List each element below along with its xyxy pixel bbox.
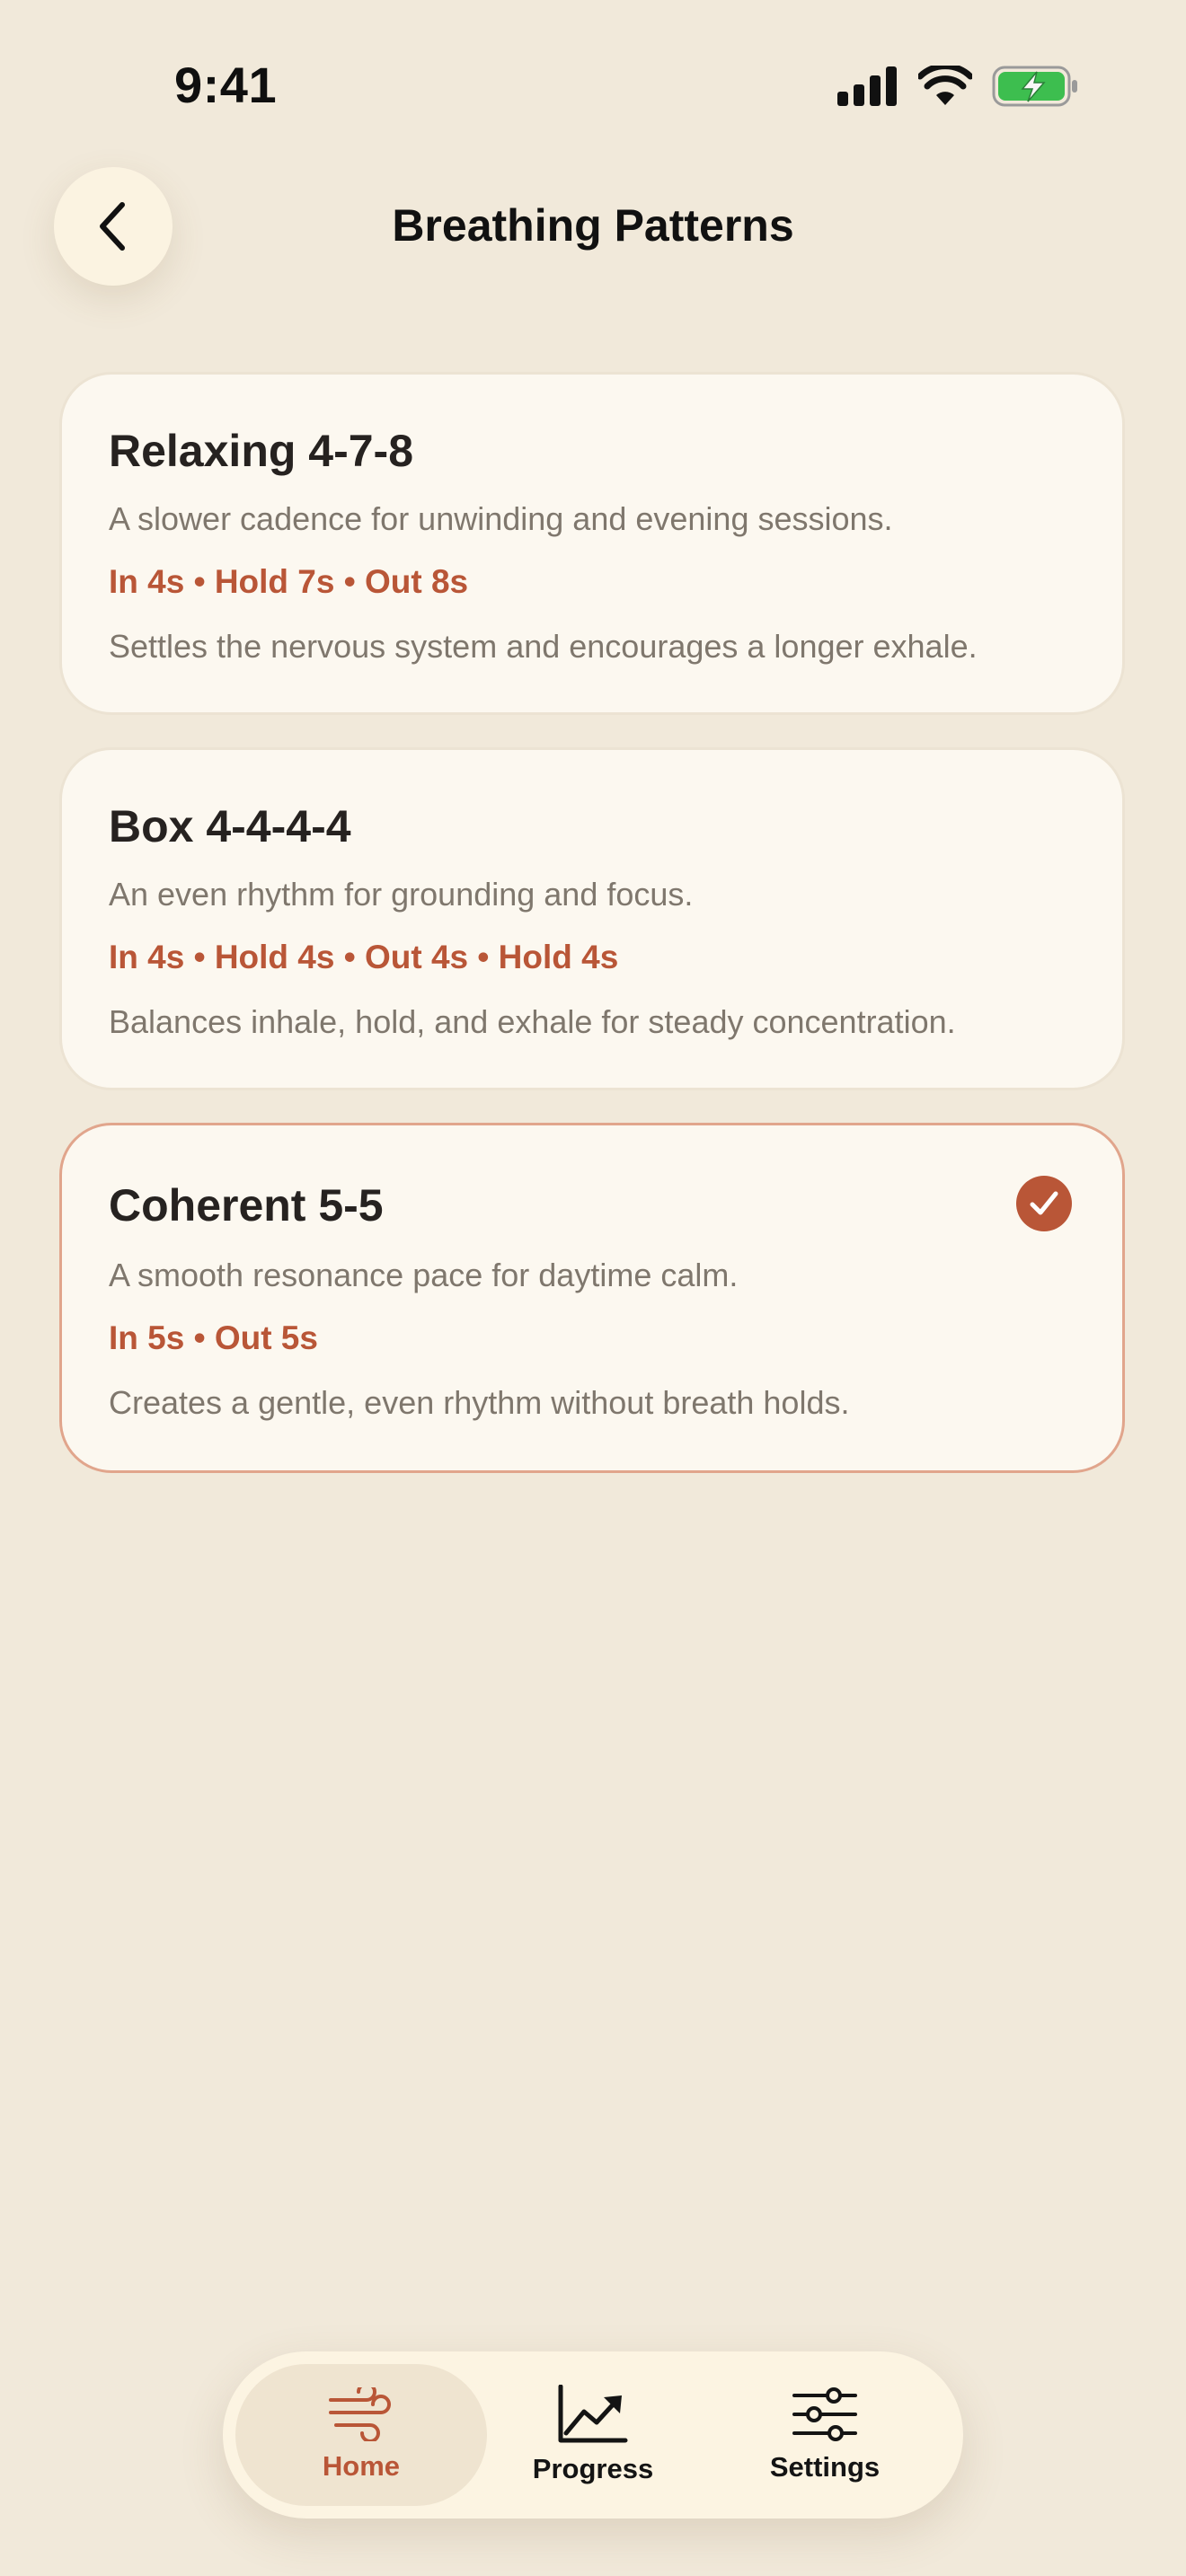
tab-label: Home <box>322 2450 401 2482</box>
pattern-detail: Balances inhale, hold, and exhale for st… <box>109 1003 956 1040</box>
pattern-timing: In 5s • Out 5s <box>109 1319 318 1356</box>
wind-icon <box>329 2387 391 2441</box>
tab-home[interactable]: Home <box>235 2364 487 2506</box>
pattern-card-relaxing[interactable]: Relaxing 4-7-8 A slower cadence for unwi… <box>59 372 1125 715</box>
tab-progress[interactable]: Progress <box>467 2364 719 2506</box>
pattern-timing: In 4s • Hold 7s • Out 8s <box>109 563 469 600</box>
tab-bar: Home Progress Settings <box>223 2351 963 2519</box>
page-title: Breathing Patterns <box>392 200 794 251</box>
wifi-icon <box>918 66 972 105</box>
cellular-signal-icon <box>837 66 897 106</box>
checkmark-icon <box>1030 1191 1058 1215</box>
selected-check-badge <box>1016 1176 1072 1231</box>
pattern-title: Coherent 5-5 <box>109 1180 384 1231</box>
status-bar: 9:41 <box>0 0 1186 171</box>
tab-settings[interactable]: Settings <box>699 2364 951 2506</box>
pattern-card-box[interactable]: Box 4-4-4-4 An even rhythm for grounding… <box>59 747 1125 1090</box>
tab-label: Settings <box>769 2451 881 2483</box>
pattern-title: Box 4-4-4-4 <box>109 801 351 851</box>
pattern-card-coherent[interactable]: Coherent 5-5 A smooth resonance pace for… <box>59 1123 1125 1473</box>
status-time: 9:41 <box>174 57 278 113</box>
pattern-timing: In 4s • Hold 4s • Out 4s • Hold 4s <box>109 939 619 975</box>
pattern-detail: Creates a gentle, even rhythm without br… <box>109 1384 850 1421</box>
pattern-description: An even rhythm for grounding and focus. <box>109 876 694 913</box>
sliders-icon <box>792 2387 857 2441</box>
pattern-title: Relaxing 4-7-8 <box>109 426 414 476</box>
status-icons <box>837 65 1078 108</box>
tab-label: Progress <box>532 2453 654 2484</box>
pattern-description: A slower cadence for unwinding and eveni… <box>109 500 893 537</box>
pattern-description: A smooth resonance pace for daytime calm… <box>109 1257 739 1293</box>
pattern-detail: Settles the nervous system and encourage… <box>109 628 978 665</box>
trend-chart-icon <box>558 2385 628 2443</box>
battery-charging-icon <box>992 66 1077 107</box>
